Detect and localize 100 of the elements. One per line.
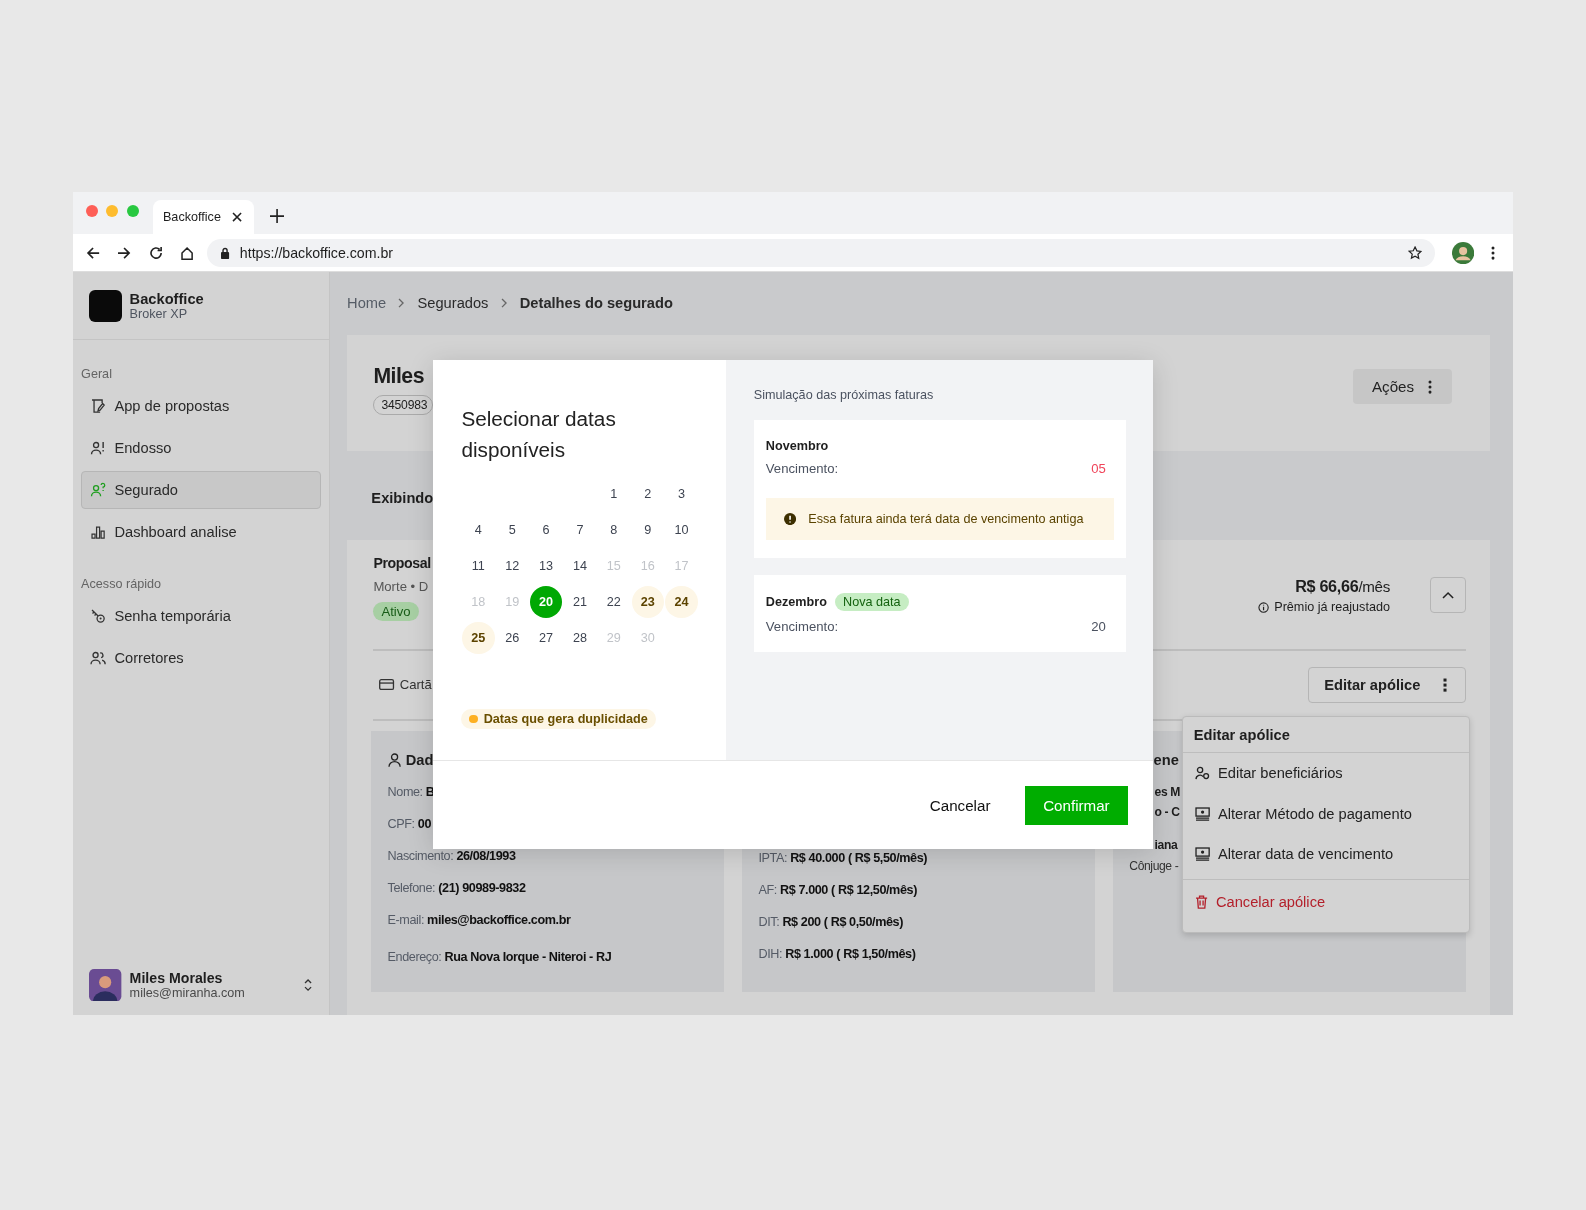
key-icon bbox=[90, 608, 107, 625]
more-icon bbox=[1428, 379, 1433, 394]
maximize-window-dot[interactable] bbox=[126, 205, 139, 218]
calendar-day: 17 bbox=[665, 550, 698, 583]
more-icon[interactable] bbox=[1491, 245, 1496, 260]
person-alert-icon bbox=[90, 440, 107, 457]
calendar-day[interactable]: 25 bbox=[462, 622, 495, 655]
calendar-day[interactable]: 26 bbox=[496, 622, 529, 655]
calendar-day[interactable]: 7 bbox=[563, 514, 597, 547]
calendar-day[interactable]: 21 bbox=[563, 586, 597, 619]
chevron-right-icon bbox=[398, 298, 406, 309]
price: R$ 66,66/mês bbox=[1295, 577, 1390, 597]
menu-title: Editar apólice bbox=[1182, 716, 1469, 754]
calendar-day[interactable]: 28 bbox=[563, 622, 597, 655]
sidebar-item[interactable]: Endosso bbox=[81, 428, 321, 468]
section-title: Simulação das próximas faturas bbox=[753, 388, 935, 403]
calendar-day[interactable]: 24 bbox=[665, 586, 698, 619]
calendar-day[interactable]: 8 bbox=[597, 514, 630, 547]
section-title: Acesso rápido bbox=[81, 575, 163, 593]
bookmark-star-icon[interactable] bbox=[1408, 245, 1423, 260]
beneficiary-text: es M bbox=[1154, 785, 1180, 800]
calendar-day[interactable]: 5 bbox=[496, 514, 529, 547]
field-text: Nascimento: 26/08/1993 bbox=[387, 849, 516, 864]
calendar-day[interactable]: 12 bbox=[496, 550, 529, 583]
new-tab-icon[interactable] bbox=[270, 209, 285, 224]
cancel-button[interactable]: Cancelar bbox=[923, 795, 997, 815]
calendar-day[interactable]: 11 bbox=[462, 550, 495, 583]
edit-policy-button[interactable]: Editar apólice bbox=[1308, 667, 1466, 703]
brand-subtitle: Broker XP bbox=[129, 307, 189, 322]
insured-name: Miles bbox=[373, 364, 424, 390]
sidebar-item[interactable]: Corretores bbox=[81, 638, 321, 678]
policy-title: Proposal bbox=[373, 555, 431, 572]
calendar-day[interactable]: 1 bbox=[597, 478, 630, 511]
beneficiary-text: o - C bbox=[1154, 805, 1180, 820]
due-day: 20 bbox=[1091, 618, 1106, 634]
menu-item[interactable]: Cancelar apólice bbox=[1182, 879, 1469, 925]
showing-label: Exibindo bbox=[371, 490, 434, 507]
due-label: Vencimento: bbox=[765, 460, 839, 476]
person-question-icon bbox=[90, 481, 107, 499]
expand-collapse-icon[interactable] bbox=[302, 977, 313, 993]
beneficiary-text: Cônjuge - bbox=[1129, 858, 1179, 873]
menu-item[interactable]: Alterar Método de pagamento bbox=[1182, 793, 1469, 835]
edit-document-icon bbox=[90, 398, 107, 415]
forward-icon[interactable] bbox=[117, 245, 132, 260]
browser-tab[interactable]: Backoffice bbox=[152, 200, 254, 235]
sidebar-item[interactable]: Dashboard analise bbox=[81, 512, 321, 552]
calendar-day: 18 bbox=[462, 586, 495, 619]
calendar-day[interactable]: 6 bbox=[529, 514, 563, 547]
alert-icon bbox=[784, 513, 797, 526]
home-icon[interactable] bbox=[180, 245, 195, 260]
price-note: Prêmio já reajustado bbox=[1274, 600, 1390, 615]
breadcrumb-link[interactable]: Home bbox=[347, 295, 387, 312]
user-name: Miles Morales bbox=[129, 969, 224, 986]
reload-icon[interactable] bbox=[148, 245, 163, 260]
new-date-badge: Nova data bbox=[834, 592, 909, 611]
coverage-text: DIH: R$ 1.000 ( R$ 1,50/mês) bbox=[758, 946, 916, 962]
actions-button[interactable]: Ações bbox=[1352, 368, 1452, 405]
calendar-day[interactable]: 4 bbox=[462, 514, 495, 547]
close-icon[interactable] bbox=[231, 212, 242, 223]
invoice-month: Novembro bbox=[765, 438, 829, 453]
calendar-day[interactable]: 9 bbox=[631, 514, 664, 547]
section-title: Geral bbox=[81, 365, 113, 383]
calendar-day: 29 bbox=[597, 622, 630, 655]
people-icon bbox=[90, 650, 107, 667]
due-label: Vencimento: bbox=[765, 618, 839, 634]
coverage-text: AF: R$ 7.000 ( R$ 12,50/mês) bbox=[758, 882, 917, 897]
more-icon bbox=[1442, 677, 1447, 692]
calendar-day[interactable]: 27 bbox=[529, 622, 563, 655]
back-icon[interactable] bbox=[86, 245, 101, 260]
payment-method: Cartã bbox=[399, 677, 432, 693]
coverage-text: IPTA: R$ 40.000 ( R$ 5,50/mês) bbox=[758, 850, 928, 865]
calendar-day[interactable]: 2 bbox=[631, 478, 664, 511]
close-window-dot[interactable] bbox=[86, 205, 99, 218]
calendar-day[interactable]: 3 bbox=[665, 478, 698, 511]
logo-square bbox=[89, 290, 122, 323]
lock-icon bbox=[219, 246, 230, 259]
policy-subtitle: Morte • D bbox=[373, 579, 429, 595]
calendar-day[interactable]: 13 bbox=[529, 550, 563, 583]
due-day: 05 bbox=[1091, 460, 1106, 476]
monitor-icon bbox=[1194, 806, 1210, 821]
address-field[interactable]: https://backoffice.com.br bbox=[207, 238, 1435, 267]
field-text: CPF: 00 bbox=[387, 817, 432, 832]
profile-avatar[interactable] bbox=[1451, 241, 1474, 264]
calendar-day[interactable]: 10 bbox=[665, 514, 698, 547]
avatar bbox=[89, 968, 122, 1002]
coverage-text: DIT: R$ 200 ( R$ 0,50/mês) bbox=[758, 914, 903, 930]
sidebar-item[interactable]: Senha temporária bbox=[81, 597, 321, 636]
card-icon bbox=[379, 679, 395, 691]
user-email: miles@miranha.com bbox=[129, 985, 246, 1000]
calendar-day[interactable]: 23 bbox=[631, 586, 664, 619]
sidebar-item[interactable]: Segurado bbox=[81, 470, 321, 510]
minimize-window-dot[interactable] bbox=[106, 205, 119, 218]
legend-text: Datas que gera duplicidade bbox=[483, 711, 648, 726]
calendar-day[interactable]: 14 bbox=[563, 550, 597, 583]
invoice-month: Dezembro bbox=[765, 594, 827, 609]
menu-item[interactable]: Alterar data de vencimento bbox=[1182, 834, 1469, 875]
menu-item[interactable]: Editar beneficiários bbox=[1182, 753, 1469, 794]
breadcrumb-link[interactable]: Segurados bbox=[417, 295, 489, 312]
sidebar-item[interactable]: App de propostas bbox=[81, 386, 321, 426]
calendar-day[interactable]: 22 bbox=[597, 586, 630, 619]
